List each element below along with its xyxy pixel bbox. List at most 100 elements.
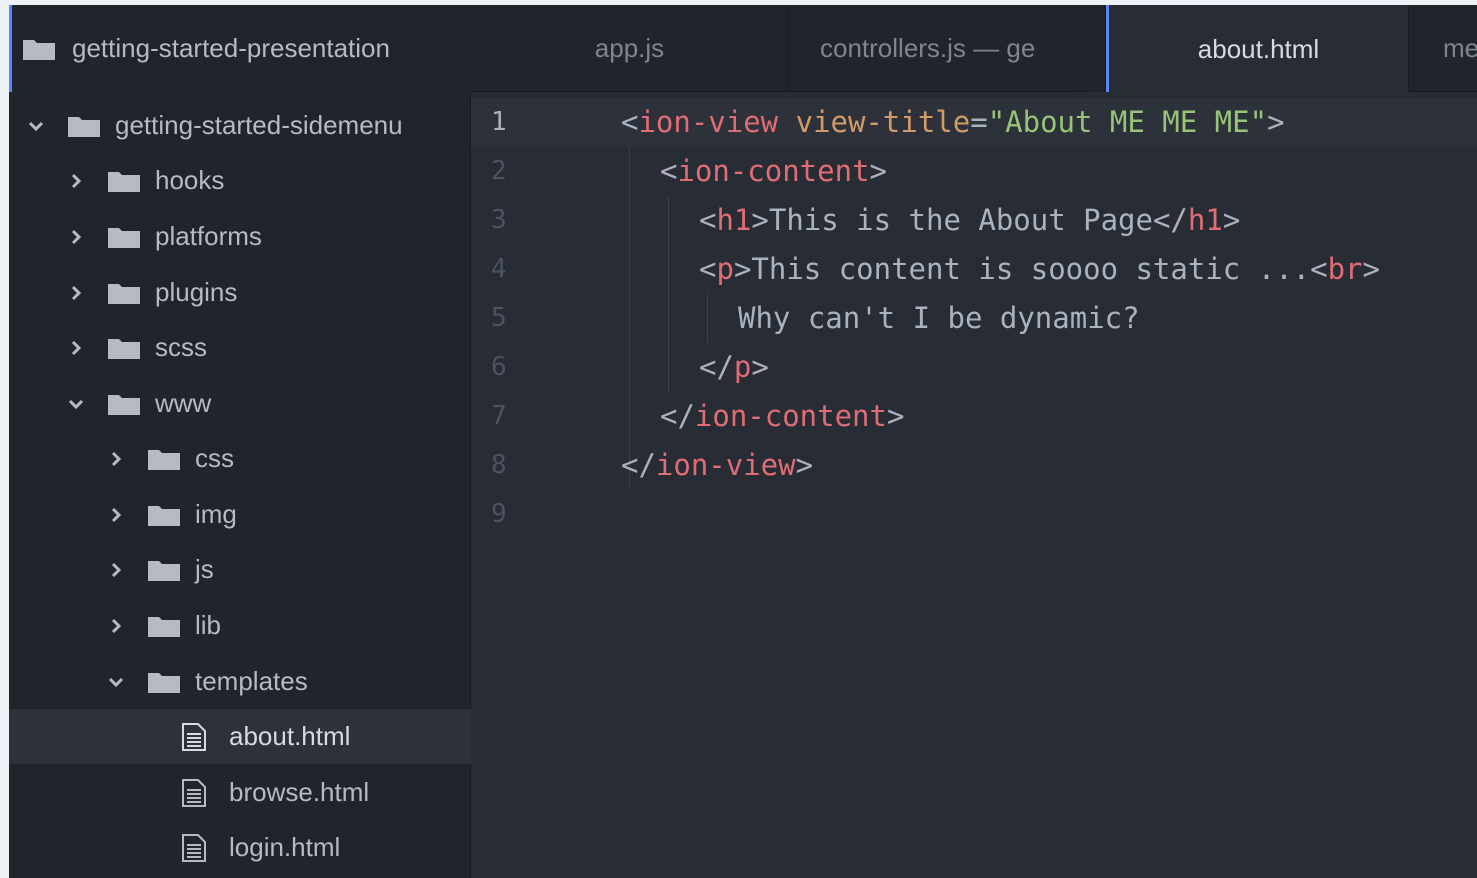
folder-icon bbox=[108, 283, 140, 304]
tree-root-folder[interactable]: getting-started-sidemenu bbox=[9, 98, 471, 153]
chevron-right-icon bbox=[67, 284, 85, 302]
tree-item-lib[interactable]: lib bbox=[9, 598, 471, 653]
indent-guide bbox=[629, 147, 630, 490]
tree-item-hooks[interactable]: hooks bbox=[9, 153, 471, 208]
code-line: Why can't I be dynamic? bbox=[738, 294, 1140, 343]
code-line: </ion-view> bbox=[621, 441, 813, 490]
chevron-right-icon bbox=[107, 506, 125, 524]
code-token: < bbox=[621, 105, 639, 139]
tree-item-label: css bbox=[195, 443, 234, 473]
file-text-icon bbox=[182, 722, 206, 751]
code-token: < bbox=[1310, 252, 1328, 286]
code-token: = bbox=[970, 105, 988, 139]
code-token: </ bbox=[621, 448, 656, 482]
tree-item-css[interactable]: css bbox=[9, 431, 471, 486]
folder-icon bbox=[23, 39, 55, 60]
line-number: 3 bbox=[491, 205, 507, 235]
tree-item-browse-html[interactable]: browse.html bbox=[9, 765, 471, 820]
code-token: view-title bbox=[795, 105, 971, 139]
code-line: <ion-content> bbox=[660, 147, 887, 196]
tree-item-label: getting-started-sidemenu bbox=[115, 110, 403, 140]
tree-item-login-html[interactable]: login.html bbox=[9, 820, 471, 875]
code-editor[interactable]: 1 2 3 4 5 6 7 8 9 <ion-view view-title="… bbox=[471, 92, 1477, 878]
code-token: ion-content bbox=[694, 399, 887, 433]
code-token: p bbox=[716, 252, 734, 286]
code-line: <h1>This is the About Page</h1> bbox=[699, 196, 1240, 245]
code-token: > bbox=[733, 252, 752, 286]
tree-item-label: js bbox=[195, 554, 214, 584]
code-token: ion-view bbox=[655, 448, 796, 482]
tree-item-www[interactable]: www bbox=[9, 376, 471, 431]
tree-item-templates[interactable]: templates bbox=[9, 654, 471, 709]
folder-icon bbox=[148, 616, 180, 637]
code-token: h1 bbox=[716, 203, 752, 237]
tree-item-js[interactable]: js bbox=[9, 542, 471, 597]
indent-guide bbox=[668, 196, 669, 392]
project-title-bar[interactable]: getting-started-presentation bbox=[9, 5, 471, 92]
tree-item-label: about.html bbox=[229, 721, 351, 751]
code-line: </ion-content> bbox=[660, 392, 904, 441]
tab-label: about.html bbox=[1197, 33, 1320, 64]
tab-label: me bbox=[1443, 33, 1477, 63]
chevron-right-icon bbox=[107, 450, 125, 468]
code-token: < bbox=[660, 154, 678, 188]
line-number: 2 bbox=[491, 156, 507, 186]
chevron-down-icon bbox=[27, 117, 45, 135]
code-token: "About ME ME ME" bbox=[987, 105, 1268, 139]
line-number: 9 bbox=[491, 499, 507, 529]
tree-item-label: templates bbox=[195, 666, 308, 696]
tree-item-platforms[interactable]: platforms bbox=[9, 209, 471, 264]
code-token: > bbox=[1222, 203, 1241, 237]
tree-item-label: hooks bbox=[155, 165, 225, 195]
tab-more[interactable]: me bbox=[1409, 5, 1477, 92]
code-token: </ bbox=[699, 350, 734, 384]
code-token: > bbox=[1362, 252, 1380, 286]
folder-icon bbox=[108, 171, 140, 192]
code-token: </ bbox=[1152, 203, 1188, 237]
code-token: ion-content bbox=[677, 154, 870, 188]
code-line: <p>This content is soooo static ...<br> bbox=[699, 245, 1380, 294]
file-text-icon bbox=[182, 778, 206, 807]
code-token: < bbox=[699, 252, 717, 286]
indent-guide bbox=[707, 294, 708, 343]
project-title: getting-started-presentation bbox=[72, 33, 390, 63]
tree-item-label: scss bbox=[155, 332, 207, 362]
folder-icon bbox=[148, 560, 180, 581]
folder-icon bbox=[148, 672, 180, 693]
tree-item-plugins[interactable]: plugins bbox=[9, 265, 471, 320]
line-number: 8 bbox=[491, 450, 507, 480]
code-token: > bbox=[1267, 105, 1285, 139]
line-number: 5 bbox=[491, 303, 507, 333]
code-token: br bbox=[1327, 252, 1363, 286]
folder-icon bbox=[148, 449, 180, 470]
tab-about-html[interactable]: about.html bbox=[1106, 5, 1409, 93]
folder-icon bbox=[148, 505, 180, 526]
file-text-icon bbox=[182, 833, 206, 862]
tab-app-js[interactable]: app.js bbox=[471, 5, 789, 92]
chevron-right-icon bbox=[107, 617, 125, 635]
tree-item-about-html[interactable]: about.html bbox=[9, 709, 471, 764]
chevron-down-icon bbox=[107, 673, 125, 691]
tab-controllers-js[interactable]: controllers.js — ge bbox=[789, 5, 1106, 92]
tab-label: app.js bbox=[594, 33, 665, 63]
line-number: 6 bbox=[491, 352, 507, 382]
tree-item-scss[interactable]: scss bbox=[9, 320, 471, 375]
chevron-right-icon bbox=[67, 228, 85, 246]
folder-icon bbox=[108, 394, 140, 415]
tree-item-label: platforms bbox=[155, 221, 262, 251]
code-token: </ bbox=[660, 399, 695, 433]
tab-label: controllers.js — ge bbox=[820, 33, 1036, 63]
code-token: p bbox=[733, 350, 752, 384]
tree-view: getting-started-sidemenu hooks platforms… bbox=[9, 92, 471, 878]
tree-item-label: www bbox=[155, 388, 212, 418]
code-token: > bbox=[751, 203, 769, 237]
editor-window: getting-started-presentation app.js cont… bbox=[9, 5, 1477, 878]
tree-item-label: login.html bbox=[229, 832, 341, 862]
code-token: > bbox=[751, 350, 769, 384]
tree-item-img[interactable]: img bbox=[9, 487, 471, 542]
tree-item-label: img bbox=[195, 499, 237, 529]
chevron-right-icon bbox=[107, 561, 125, 579]
code-token: > bbox=[869, 154, 887, 188]
code-line: </p> bbox=[699, 343, 769, 392]
